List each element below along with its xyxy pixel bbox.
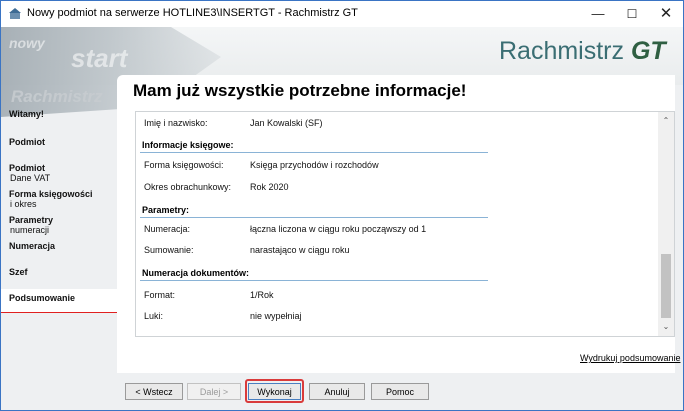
section-heading-docs: Numeracja dokumentów:: [140, 268, 488, 281]
step-label: Szef: [9, 267, 28, 277]
title-bar: Nowy podmiot na serwerze HOTLINE3\INSERT…: [1, 1, 683, 27]
step-label: Podmiot: [9, 163, 45, 173]
print-summary-link[interactable]: Wydrukuj podsumowanie: [580, 353, 680, 363]
step-witamy[interactable]: Witamy!: [9, 109, 44, 119]
row-value: Rok 2020: [250, 182, 289, 192]
step-label: Podsumowanie: [9, 293, 76, 303]
row-label: Forma księgowości:: [144, 160, 224, 170]
row-value: narastająco w ciągu roku: [250, 245, 350, 255]
content-panel: Mam już wszystkie potrzebne informacje! …: [117, 75, 680, 373]
window-title: Nowy podmiot na serwerze HOTLINE3\INSERT…: [27, 7, 358, 19]
step-forma-ksiegowosci[interactable]: Forma księgowości i okres: [9, 189, 93, 209]
row-value: Jan Kowalski (SF): [250, 118, 323, 128]
installer-window: Nowy podmiot na serwerze HOTLINE3\INSERT…: [0, 0, 684, 411]
row-label: Format:: [144, 290, 176, 300]
product-logo: Rachmistrz GT: [499, 37, 666, 66]
section-heading-accounting: Informacje księgowe:: [140, 140, 488, 153]
maximize-button[interactable]: ☐: [615, 1, 649, 27]
vertical-scrollbar[interactable]: ⌃ ⌄: [658, 112, 674, 336]
execute-button[interactable]: Wykonaj: [248, 383, 301, 400]
chevron-down-icon[interactable]: ⌄: [658, 320, 674, 334]
banner-brand-watermark: Rachmistrz: [11, 87, 103, 106]
step-sublabel: Dane VAT: [10, 173, 51, 183]
row-label: Sumowanie:: [144, 245, 194, 255]
row-value: nie wypełniaj: [250, 311, 302, 321]
step-podmiot[interactable]: Podmiot: [9, 137, 45, 147]
help-button[interactable]: Pomoc: [371, 383, 429, 400]
next-button[interactable]: Dalej >: [187, 383, 241, 400]
step-sublabel: i okres: [10, 199, 37, 209]
row-value: łączna liczona w ciągu roku począwszy od…: [250, 224, 427, 234]
step-label: Podmiot: [9, 137, 45, 147]
section-heading-params: Parametry:: [140, 205, 488, 218]
row-label: Imię i nazwisko:: [144, 118, 208, 128]
step-parametry[interactable]: Parametry numeracji: [9, 215, 53, 235]
logo-name: Rachmistrz: [499, 37, 625, 65]
step-numeracja[interactable]: Numeracja: [9, 241, 55, 251]
row-value: Księga przychodów i rozchodów: [250, 160, 379, 170]
step-label: Numeracja: [9, 241, 56, 251]
cancel-button[interactable]: Anuluj: [309, 383, 365, 400]
row-label: Okres obrachunkowy:: [144, 182, 232, 192]
step-szef[interactable]: Szef: [9, 267, 28, 277]
summary-listbox[interactable]: Imię i nazwisko: Jan Kowalski (SF) Infor…: [135, 111, 675, 337]
step-sublabel: numeracji: [10, 225, 50, 235]
chevron-up-icon[interactable]: ⌃: [658, 114, 674, 128]
back-button[interactable]: < Wstecz: [125, 383, 183, 400]
step-label: Forma księgowości: [9, 189, 93, 199]
step-label: Witamy!: [9, 109, 44, 119]
logo-suffix: GT: [630, 37, 666, 65]
step-label: Parametry: [9, 215, 54, 225]
row-value: 1/Rok: [250, 290, 274, 300]
minimize-button[interactable]: —: [581, 1, 615, 27]
banner-start-text: start: [71, 43, 128, 73]
step-podmiot-vat[interactable]: Podmiot Dane VAT: [9, 163, 50, 183]
row-label: Luki:: [144, 311, 164, 321]
page-title: Mam już wszystkie potrzebne informacje!: [133, 81, 467, 100]
wizard-steps: Witamy! Podmiot Podmiot Dane VAT Forma k…: [1, 105, 117, 345]
banner-decor-text: nowy: [9, 35, 45, 51]
close-button[interactable]: ✕: [649, 1, 683, 27]
scrollbar-thumb[interactable]: [661, 254, 671, 318]
step-podsumowanie[interactable]: Podsumowanie: [1, 289, 117, 313]
app-icon: [9, 8, 21, 19]
row-label: Numeracja:: [144, 224, 191, 234]
